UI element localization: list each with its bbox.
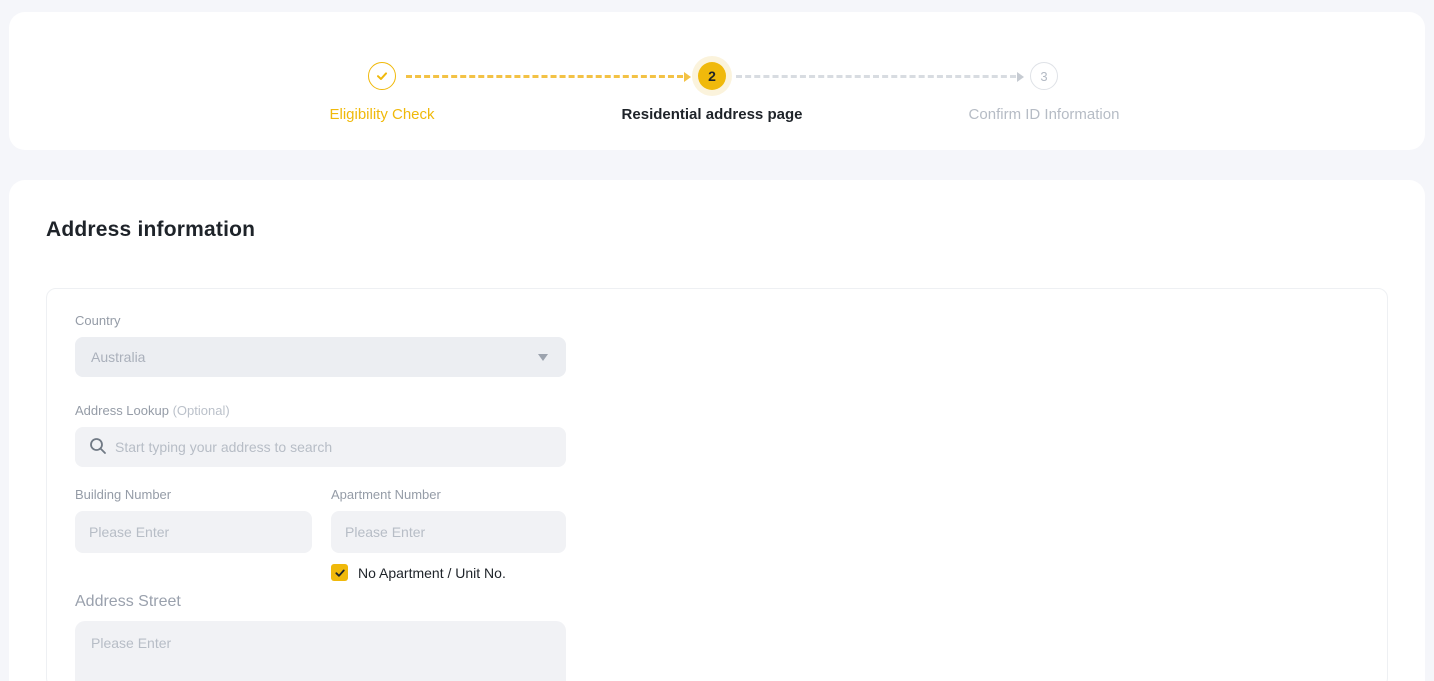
country-select[interactable]: Australia	[75, 337, 566, 377]
address-lookup-label-text: Address Lookup	[75, 403, 169, 418]
address-form-card: Address information Country Australia Ad…	[9, 180, 1425, 681]
step-current-badge: 2	[698, 62, 726, 90]
step-label-confirm-id: Confirm ID Information	[969, 106, 1120, 123]
arrow-right-icon	[684, 72, 691, 82]
no-apartment-checkbox-label: No Apartment / Unit No.	[358, 565, 506, 581]
address-street-label: Address Street	[75, 593, 1359, 611]
chevron-down-icon	[538, 354, 548, 361]
check-icon	[375, 69, 389, 83]
no-apartment-checkbox-row: No Apartment / Unit No.	[331, 564, 566, 581]
building-number-input[interactable]	[75, 511, 312, 553]
address-lookup-input[interactable]	[75, 427, 566, 467]
step-label-eligibility-check: Eligibility Check	[329, 106, 434, 123]
stepper-card: Eligibility Check 2 Residential address …	[9, 12, 1425, 150]
stepper-connector-1	[406, 75, 683, 78]
arrow-right-icon	[1017, 72, 1024, 82]
building-number-label: Building Number	[75, 487, 312, 502]
no-apartment-checkbox[interactable]	[331, 564, 348, 581]
apartment-number-label: Apartment Number	[331, 487, 566, 502]
country-select-value: Australia	[91, 349, 145, 365]
country-label: Country	[75, 313, 1359, 328]
address-lookup-field	[75, 427, 566, 467]
stepper-connector-2	[736, 75, 1016, 78]
step-label-residential-address: Residential address page	[622, 106, 803, 123]
step-upcoming-badge: 3	[1030, 62, 1058, 90]
page-title: Address information	[46, 218, 1388, 242]
address-lookup-label: Address Lookup (Optional)	[75, 403, 1359, 418]
apartment-number-input[interactable]	[331, 511, 566, 553]
step-completed-badge	[368, 62, 396, 90]
address-street-input[interactable]	[75, 621, 566, 681]
address-form-panel: Country Australia Address Lookup (Option…	[46, 288, 1388, 681]
address-lookup-optional-text: (Optional)	[173, 403, 230, 418]
